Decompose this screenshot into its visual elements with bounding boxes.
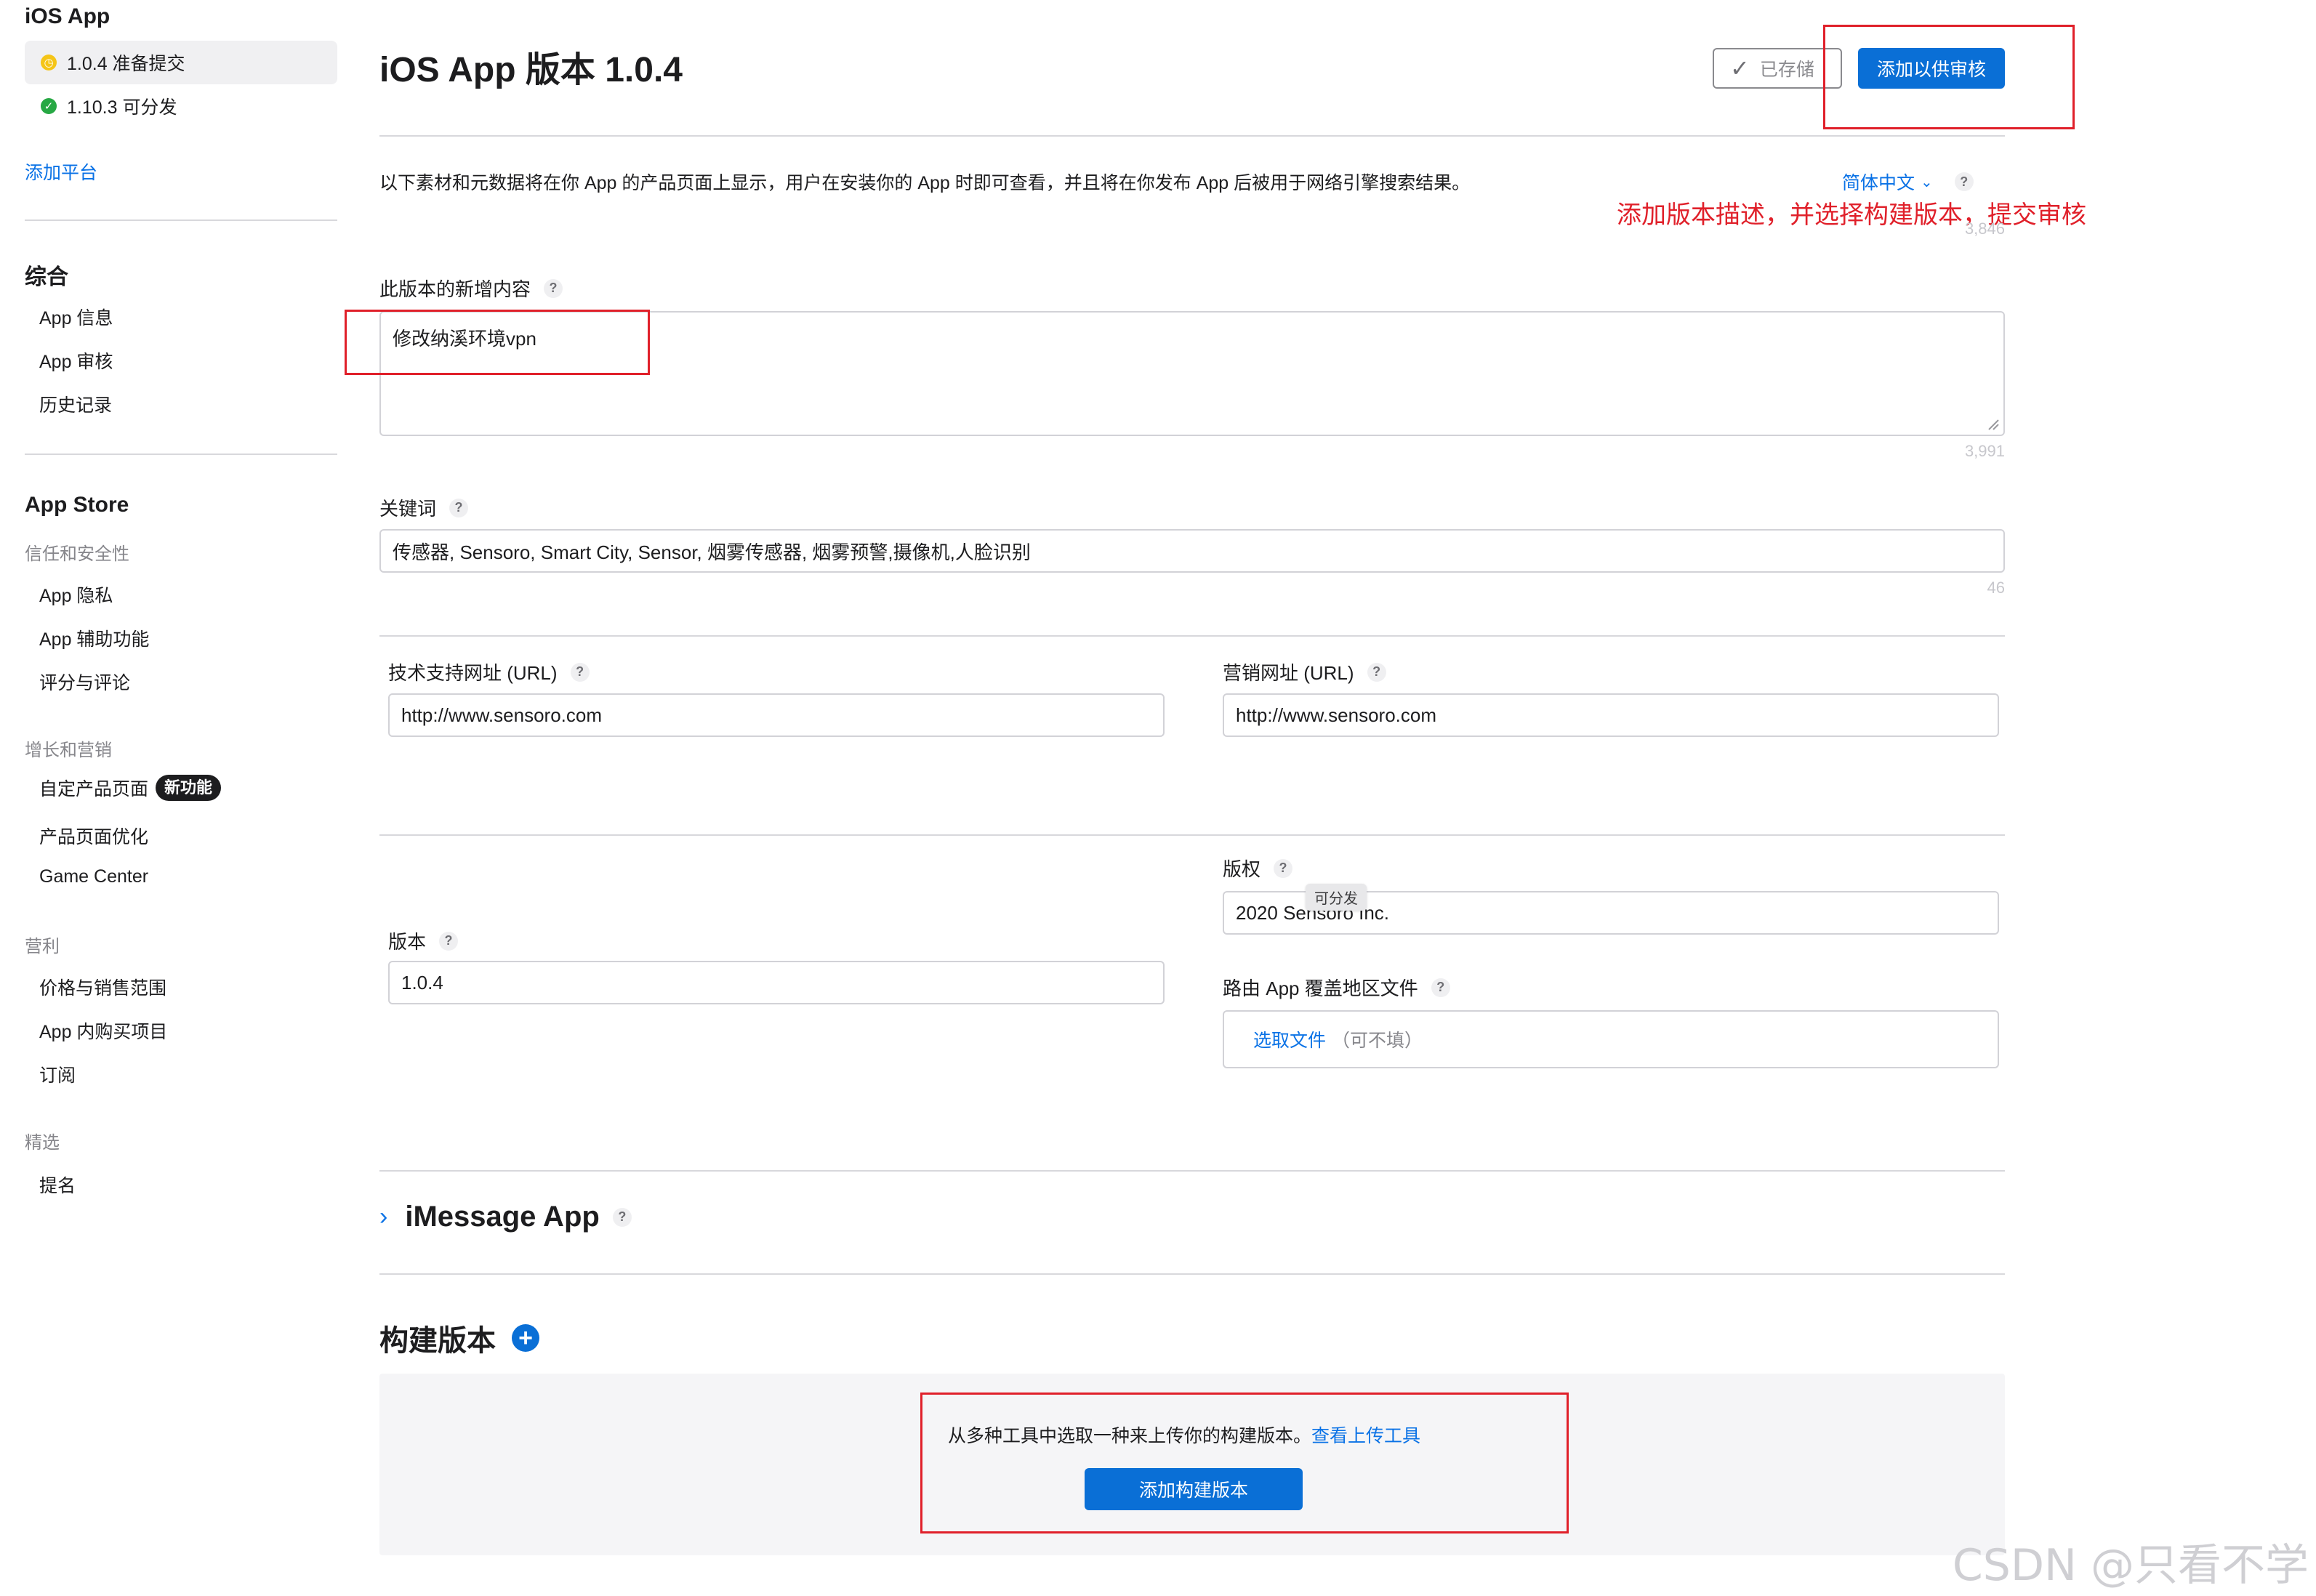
sidebar-divider bbox=[25, 454, 337, 455]
support-url-label-text: 技术支持网址 (URL) bbox=[388, 662, 558, 684]
add-build-button[interactable]: 添加构建版本 bbox=[1085, 1468, 1303, 1510]
version-label: 版本 ? bbox=[388, 927, 459, 954]
pending-status-icon: ◷ bbox=[41, 55, 57, 70]
support-url-input[interactable]: http://www.sensoro.com bbox=[388, 693, 1165, 737]
sidebar-item-nominations[interactable]: 提名 bbox=[39, 1172, 76, 1198]
new-feature-badge: 新功能 bbox=[156, 775, 222, 801]
help-icon[interactable]: ? bbox=[612, 1207, 632, 1227]
section-divider bbox=[379, 834, 2005, 836]
sidebar-item-game-center[interactable]: Game Center bbox=[39, 866, 148, 887]
char-count: 3,846 bbox=[1964, 219, 2005, 238]
optional-hint: （可不填） bbox=[1332, 1031, 1423, 1051]
resize-handle-icon[interactable] bbox=[1986, 417, 1999, 430]
upload-tools-link[interactable]: 查看上传工具 bbox=[1311, 1426, 1420, 1446]
build-hint-text: 从多种工具中选取一种来上传你的构建版本。 bbox=[948, 1426, 1312, 1446]
help-icon[interactable]: ? bbox=[544, 278, 563, 298]
sidebar-item-pricing[interactable]: 价格与销售范围 bbox=[39, 974, 166, 1000]
version-input[interactable]: 1.0.4 bbox=[388, 961, 1165, 1004]
routing-file-label-text: 路由 App 覆盖地区文件 bbox=[1223, 978, 1418, 999]
sidebar-subsection-growth: 增长和营销 bbox=[25, 741, 112, 760]
checkmark-icon: ✓ bbox=[1730, 55, 1750, 81]
sidebar-item-product-page-optimization[interactable]: 产品页面优化 bbox=[39, 823, 148, 849]
annotation-text: 添加版本描述，并选择构建版本，提交审核 bbox=[1617, 201, 2086, 229]
sidebar-subsection-trust: 信任和安全性 bbox=[25, 544, 129, 564]
sidebar-item-accessibility[interactable]: App 辅助功能 bbox=[39, 625, 149, 651]
marketing-url-label: 营销网址 (URL) ? bbox=[1223, 658, 1386, 685]
copyright-label-text: 版权 bbox=[1223, 858, 1261, 880]
sidebar-item-ratings[interactable]: 评分与评论 bbox=[39, 669, 130, 695]
help-icon[interactable]: ? bbox=[449, 498, 469, 517]
routing-file-label: 路由 App 覆盖地区文件 ? bbox=[1223, 974, 1450, 1001]
help-icon[interactable]: ? bbox=[570, 662, 590, 682]
sidebar-item-history[interactable]: 历史记录 bbox=[39, 391, 112, 417]
build-hint: 从多种工具中选取一种来上传你的构建版本。查看上传工具 bbox=[948, 1422, 1420, 1448]
support-url-label: 技术支持网址 (URL) ? bbox=[388, 658, 590, 685]
language-selector[interactable]: 简体中文 ⌄ ? bbox=[1842, 169, 1974, 195]
sidebar-item-app-privacy[interactable]: App 隐私 bbox=[39, 581, 113, 608]
marketing-url-input[interactable]: http://www.sensoro.com bbox=[1223, 693, 1999, 737]
add-platform-link[interactable]: 添加平台 bbox=[25, 158, 97, 185]
section-divider bbox=[379, 1273, 2005, 1275]
check-circle-icon: ✓ bbox=[41, 98, 57, 114]
build-title: 构建版本 bbox=[379, 1325, 496, 1357]
language-label: 简体中文 bbox=[1842, 173, 1915, 193]
sidebar-divider bbox=[25, 219, 337, 221]
whats-new-value: 修改纳溪环境vpn bbox=[393, 328, 536, 350]
sidebar-version-1-0-4[interactable]: ◷ 1.0.4 准备提交 bbox=[25, 41, 337, 84]
saved-label: 已存储 bbox=[1759, 60, 1814, 80]
keywords-label-text: 关键词 bbox=[379, 498, 437, 520]
whats-new-label: 此版本的新增内容 ? bbox=[379, 275, 563, 302]
help-icon[interactable]: ? bbox=[1367, 662, 1386, 682]
sidebar-section-general: 综合 bbox=[25, 265, 68, 289]
saved-button[interactable]: ✓ 已存储 bbox=[1713, 48, 1842, 89]
section-divider bbox=[379, 635, 2005, 637]
sidebar-item-app-review[interactable]: App 审核 bbox=[39, 347, 113, 374]
whats-new-label-text: 此版本的新增内容 bbox=[379, 278, 531, 300]
sidebar-item-app-info[interactable]: App 信息 bbox=[39, 304, 113, 330]
sidebar-subsection-featured: 精选 bbox=[25, 1133, 60, 1153]
sidebar-app-title: iOS App bbox=[25, 4, 110, 28]
metadata-description: 以下素材和元数据将在你 App 的产品页面上显示，用户在安装你的 App 时即可… bbox=[379, 173, 1471, 193]
help-icon[interactable]: ? bbox=[1431, 978, 1450, 997]
imessage-title: iMessage App bbox=[405, 1201, 600, 1233]
sidebar-subsection-monetize: 营利 bbox=[25, 937, 60, 956]
sidebar-section-app-store: App Store bbox=[25, 493, 129, 517]
status-tooltip: 可分发 bbox=[1306, 884, 1367, 911]
chevron-right-icon: › bbox=[379, 1203, 388, 1230]
help-icon[interactable]: ? bbox=[439, 931, 459, 951]
marketing-url-label-text: 营销网址 (URL) bbox=[1223, 662, 1354, 684]
sidebar-item-subscriptions[interactable]: 订阅 bbox=[39, 1061, 76, 1087]
sidebar-item-custom-product-page[interactable]: 自定产品页面 新功能 bbox=[39, 775, 222, 801]
routing-file-picker[interactable]: 选取文件 （可不填） bbox=[1223, 1010, 1999, 1068]
sidebar-item-in-app-purchases[interactable]: App 内购买项目 bbox=[39, 1017, 167, 1044]
imessage-section-toggle[interactable]: › iMessage App ? bbox=[379, 1201, 632, 1233]
add-build-plus-icon[interactable]: + bbox=[512, 1324, 539, 1352]
copyright-label: 版权 ? bbox=[1223, 855, 1293, 882]
add-for-review-button[interactable]: 添加以供审核 bbox=[1858, 48, 2005, 89]
sidebar-version-1-10-3[interactable]: ✓ 1.10.3 可分发 bbox=[25, 84, 337, 128]
app-root: iOS App ◷ 1.0.4 准备提交 ✓ 1.10.3 可分发 添加平台 综… bbox=[0, 0, 2316, 1596]
help-icon[interactable]: ? bbox=[1274, 858, 1293, 878]
header-divider bbox=[379, 135, 2005, 137]
page-title: iOS App 版本 1.0.4 bbox=[379, 51, 683, 89]
chevron-down-icon: ⌄ bbox=[1921, 174, 1933, 190]
keywords-input[interactable]: 传感器, Sensoro, Smart City, Sensor, 烟雾传感器,… bbox=[379, 529, 2005, 573]
section-divider bbox=[379, 1170, 2005, 1172]
char-count: 3,991 bbox=[1964, 442, 2005, 460]
help-icon[interactable]: ? bbox=[1954, 172, 1974, 191]
build-empty-panel bbox=[379, 1374, 2005, 1555]
keywords-label: 关键词 ? bbox=[379, 494, 469, 521]
sidebar-version-label: 1.0.4 准备提交 bbox=[67, 54, 185, 74]
sidebar-version-label: 1.10.3 可分发 bbox=[67, 97, 177, 118]
choose-file-link[interactable]: 选取文件 bbox=[1253, 1026, 1326, 1052]
sidebar-item-label: 自定产品页面 bbox=[39, 779, 149, 799]
whats-new-textarea[interactable]: 修改纳溪环境vpn bbox=[379, 311, 2005, 436]
version-label-text: 版本 bbox=[388, 931, 427, 953]
watermark: CSDN @只看不学 bbox=[1952, 1540, 2309, 1591]
build-section-header: 构建版本 + bbox=[379, 1317, 539, 1359]
char-count: 46 bbox=[1987, 579, 2005, 597]
